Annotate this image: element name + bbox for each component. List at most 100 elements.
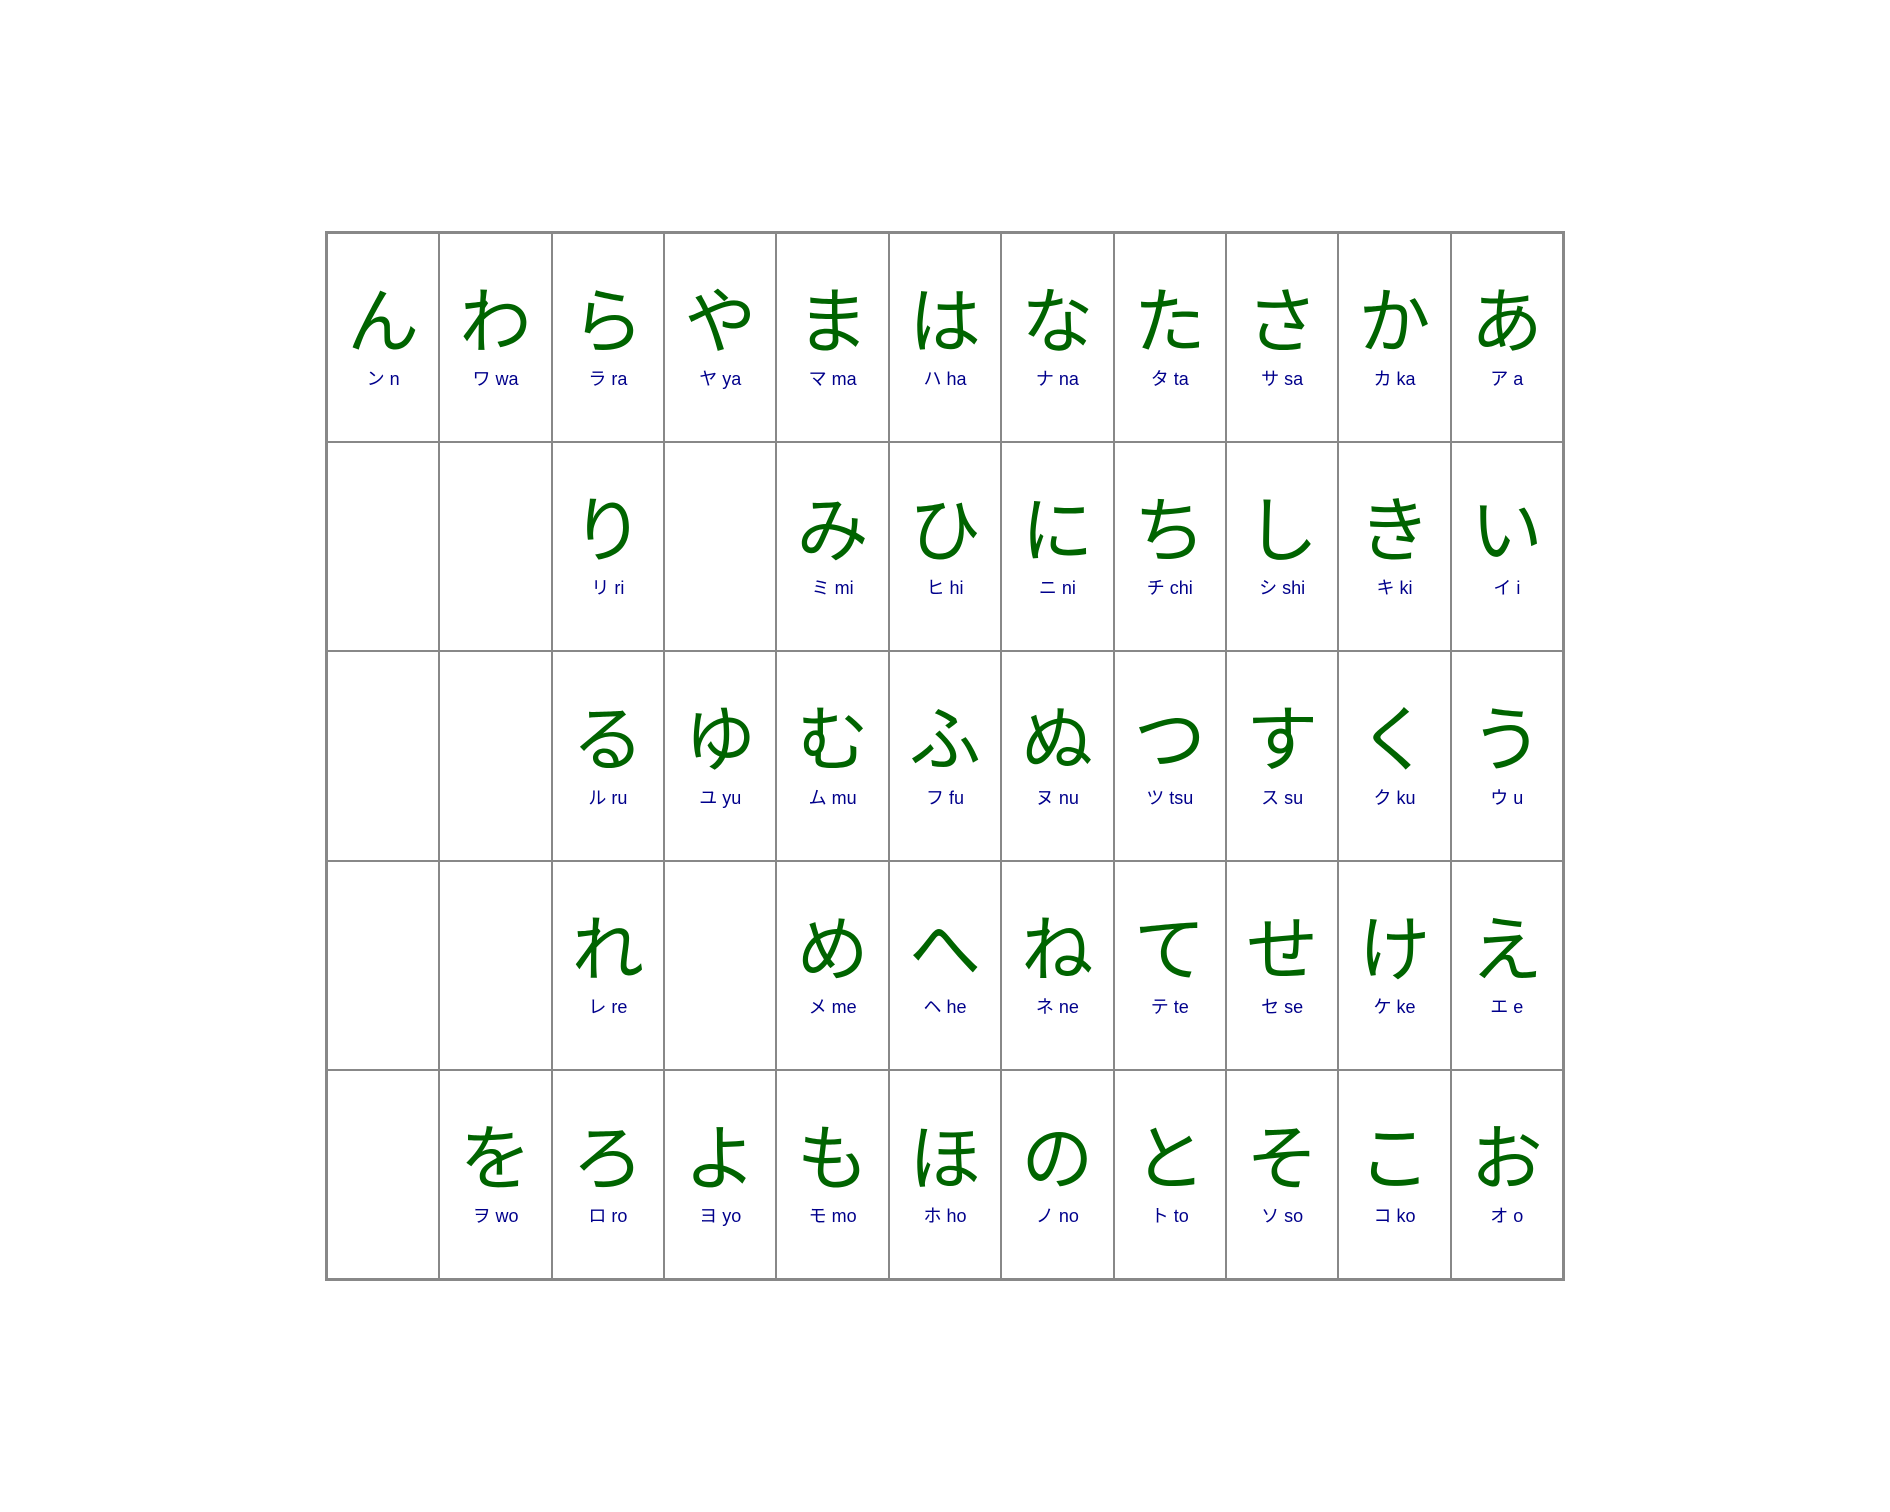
hiragana-char: し: [1246, 493, 1318, 572]
hiragana-char: ね: [1021, 912, 1093, 991]
katakana-romanji-label: ト to: [1151, 1202, 1189, 1228]
grid-cell: はハ ha: [889, 233, 1001, 442]
katakana-romanji-label: サ sa: [1261, 365, 1303, 391]
katakana-romanji-label: チ chi: [1147, 574, 1193, 600]
hiragana-char: い: [1471, 493, 1543, 572]
hiragana-char: と: [1134, 1121, 1206, 1200]
hiragana-char: ゆ: [684, 702, 756, 781]
grid-cell: よヨ yo: [664, 1070, 776, 1279]
hiragana-char: ぬ: [1021, 702, 1093, 781]
grid-cell: とト to: [1114, 1070, 1226, 1279]
hiragana-char: つ: [1134, 702, 1206, 781]
katakana-romanji-label: イ i: [1493, 574, 1520, 600]
grid-cell: にニ ni: [1001, 442, 1113, 651]
hiragana-char: は: [909, 284, 981, 363]
katakana-romanji-label: ツ tsu: [1146, 784, 1193, 810]
grid-cell: ちチ chi: [1114, 442, 1226, 651]
hiragana-char: け: [1358, 912, 1430, 991]
grid-cell: さサ sa: [1226, 233, 1338, 442]
grid-cell: くク ku: [1338, 651, 1450, 860]
katakana-romanji-label: メ me: [809, 993, 857, 1019]
hiragana-char: ろ: [572, 1121, 644, 1200]
grid-cell: てテ te: [1114, 861, 1226, 1070]
hiragana-char: ち: [1134, 493, 1206, 572]
hiragana-char: そ: [1246, 1121, 1318, 1200]
hiragana-char: う: [1471, 702, 1543, 781]
grid-cell: もモ mo: [776, 1070, 888, 1279]
katakana-romanji-label: ラ ra: [588, 365, 627, 391]
katakana-romanji-label: リ ri: [591, 574, 624, 600]
grid-cell: たタ ta: [1114, 233, 1226, 442]
grid-cell: そソ so: [1226, 1070, 1338, 1279]
hiragana-char: ふ: [909, 702, 981, 781]
katakana-romanji-label: ヲ wo: [473, 1202, 519, 1228]
hiragana-char: き: [1358, 493, 1430, 572]
grid-cell: すス su: [1226, 651, 1338, 860]
hiragana-char: り: [572, 493, 644, 572]
grid-cell: えエ e: [1451, 861, 1563, 1070]
katakana-romanji-label: テ te: [1151, 993, 1189, 1019]
hiragana-char: ん: [347, 284, 419, 363]
katakana-romanji-label: ナ na: [1036, 365, 1079, 391]
hiragana-char: や: [684, 284, 756, 363]
katakana-romanji-label: オ o: [1490, 1202, 1523, 1228]
katakana-romanji-label: マ ma: [809, 365, 857, 391]
katakana-romanji-label: キ ki: [1376, 574, 1412, 600]
grid-cell: かカ ka: [1338, 233, 1450, 442]
grid-cell: ゆユ yu: [664, 651, 776, 860]
grid-cell: こコ ko: [1338, 1070, 1450, 1279]
hiragana-char: す: [1246, 702, 1318, 781]
hiragana-char: な: [1021, 284, 1093, 363]
hiragana-char: わ: [460, 284, 532, 363]
grid-cell: いイ i: [1451, 442, 1563, 651]
katakana-romanji-label: エ e: [1490, 993, 1523, 1019]
grid-cell: ぬヌ nu: [1001, 651, 1113, 860]
hiragana-char: に: [1021, 493, 1093, 572]
hiragana-char: か: [1358, 284, 1430, 363]
katakana-romanji-label: ハ ha: [923, 365, 966, 391]
grid-cell: けケ ke: [1338, 861, 1450, 1070]
grid-cell: あア a: [1451, 233, 1563, 442]
grid-cell: おオ o: [1451, 1070, 1563, 1279]
grid-cell: んン n: [327, 233, 439, 442]
hiragana-char: え: [1471, 912, 1543, 991]
grid-cell: [439, 651, 551, 860]
grid-cell: をヲ wo: [439, 1070, 551, 1279]
hiragana-char: た: [1134, 284, 1206, 363]
grid-cell: ほホ ho: [889, 1070, 1001, 1279]
hiragana-char: む: [797, 702, 869, 781]
katakana-romanji-label: ヌ nu: [1036, 784, 1079, 810]
katakana-romanji-label: ム mu: [809, 784, 857, 810]
grid-cell: [439, 442, 551, 651]
hiragana-char: も: [797, 1121, 869, 1200]
katakana-romanji-label: ホ ho: [923, 1202, 966, 1228]
katakana-romanji-label: ク ku: [1373, 784, 1415, 810]
katakana-romanji-label: カ ka: [1373, 365, 1415, 391]
hiragana-char: ら: [572, 284, 644, 363]
grid-cell: うウ u: [1451, 651, 1563, 860]
hiragana-char: よ: [684, 1121, 756, 1200]
grid-cell: まマ ma: [776, 233, 888, 442]
hiragana-char: の: [1021, 1121, 1093, 1200]
hiragana-char: お: [1471, 1121, 1543, 1200]
grid-cell: わワ wa: [439, 233, 551, 442]
katakana-romanji-label: タ ta: [1151, 365, 1189, 391]
katakana-romanji-label: ヨ yo: [699, 1202, 741, 1228]
hiragana-char: く: [1358, 702, 1430, 781]
katakana-romanji-label: ヘ he: [923, 993, 966, 1019]
hiragana-char: ま: [797, 284, 869, 363]
katakana-romanji-label: ワ wa: [473, 365, 519, 391]
grid-cell: [327, 442, 439, 651]
hiragana-char: へ: [909, 912, 981, 991]
katakana-romanji-label: ソ so: [1261, 1202, 1303, 1228]
grid-cell: りリ ri: [552, 442, 664, 651]
katakana-romanji-label: ウ u: [1490, 784, 1523, 810]
katakana-romanji-label: ヤ ya: [699, 365, 741, 391]
grid-cell: [327, 1070, 439, 1279]
grid-cell: むム mu: [776, 651, 888, 860]
katakana-romanji-label: ユ yu: [699, 784, 741, 810]
katakana-romanji-label: ニ ni: [1039, 574, 1076, 600]
grid-cell: [327, 861, 439, 1070]
grid-cell: ねネ ne: [1001, 861, 1113, 1070]
grid-cell: つツ tsu: [1114, 651, 1226, 860]
